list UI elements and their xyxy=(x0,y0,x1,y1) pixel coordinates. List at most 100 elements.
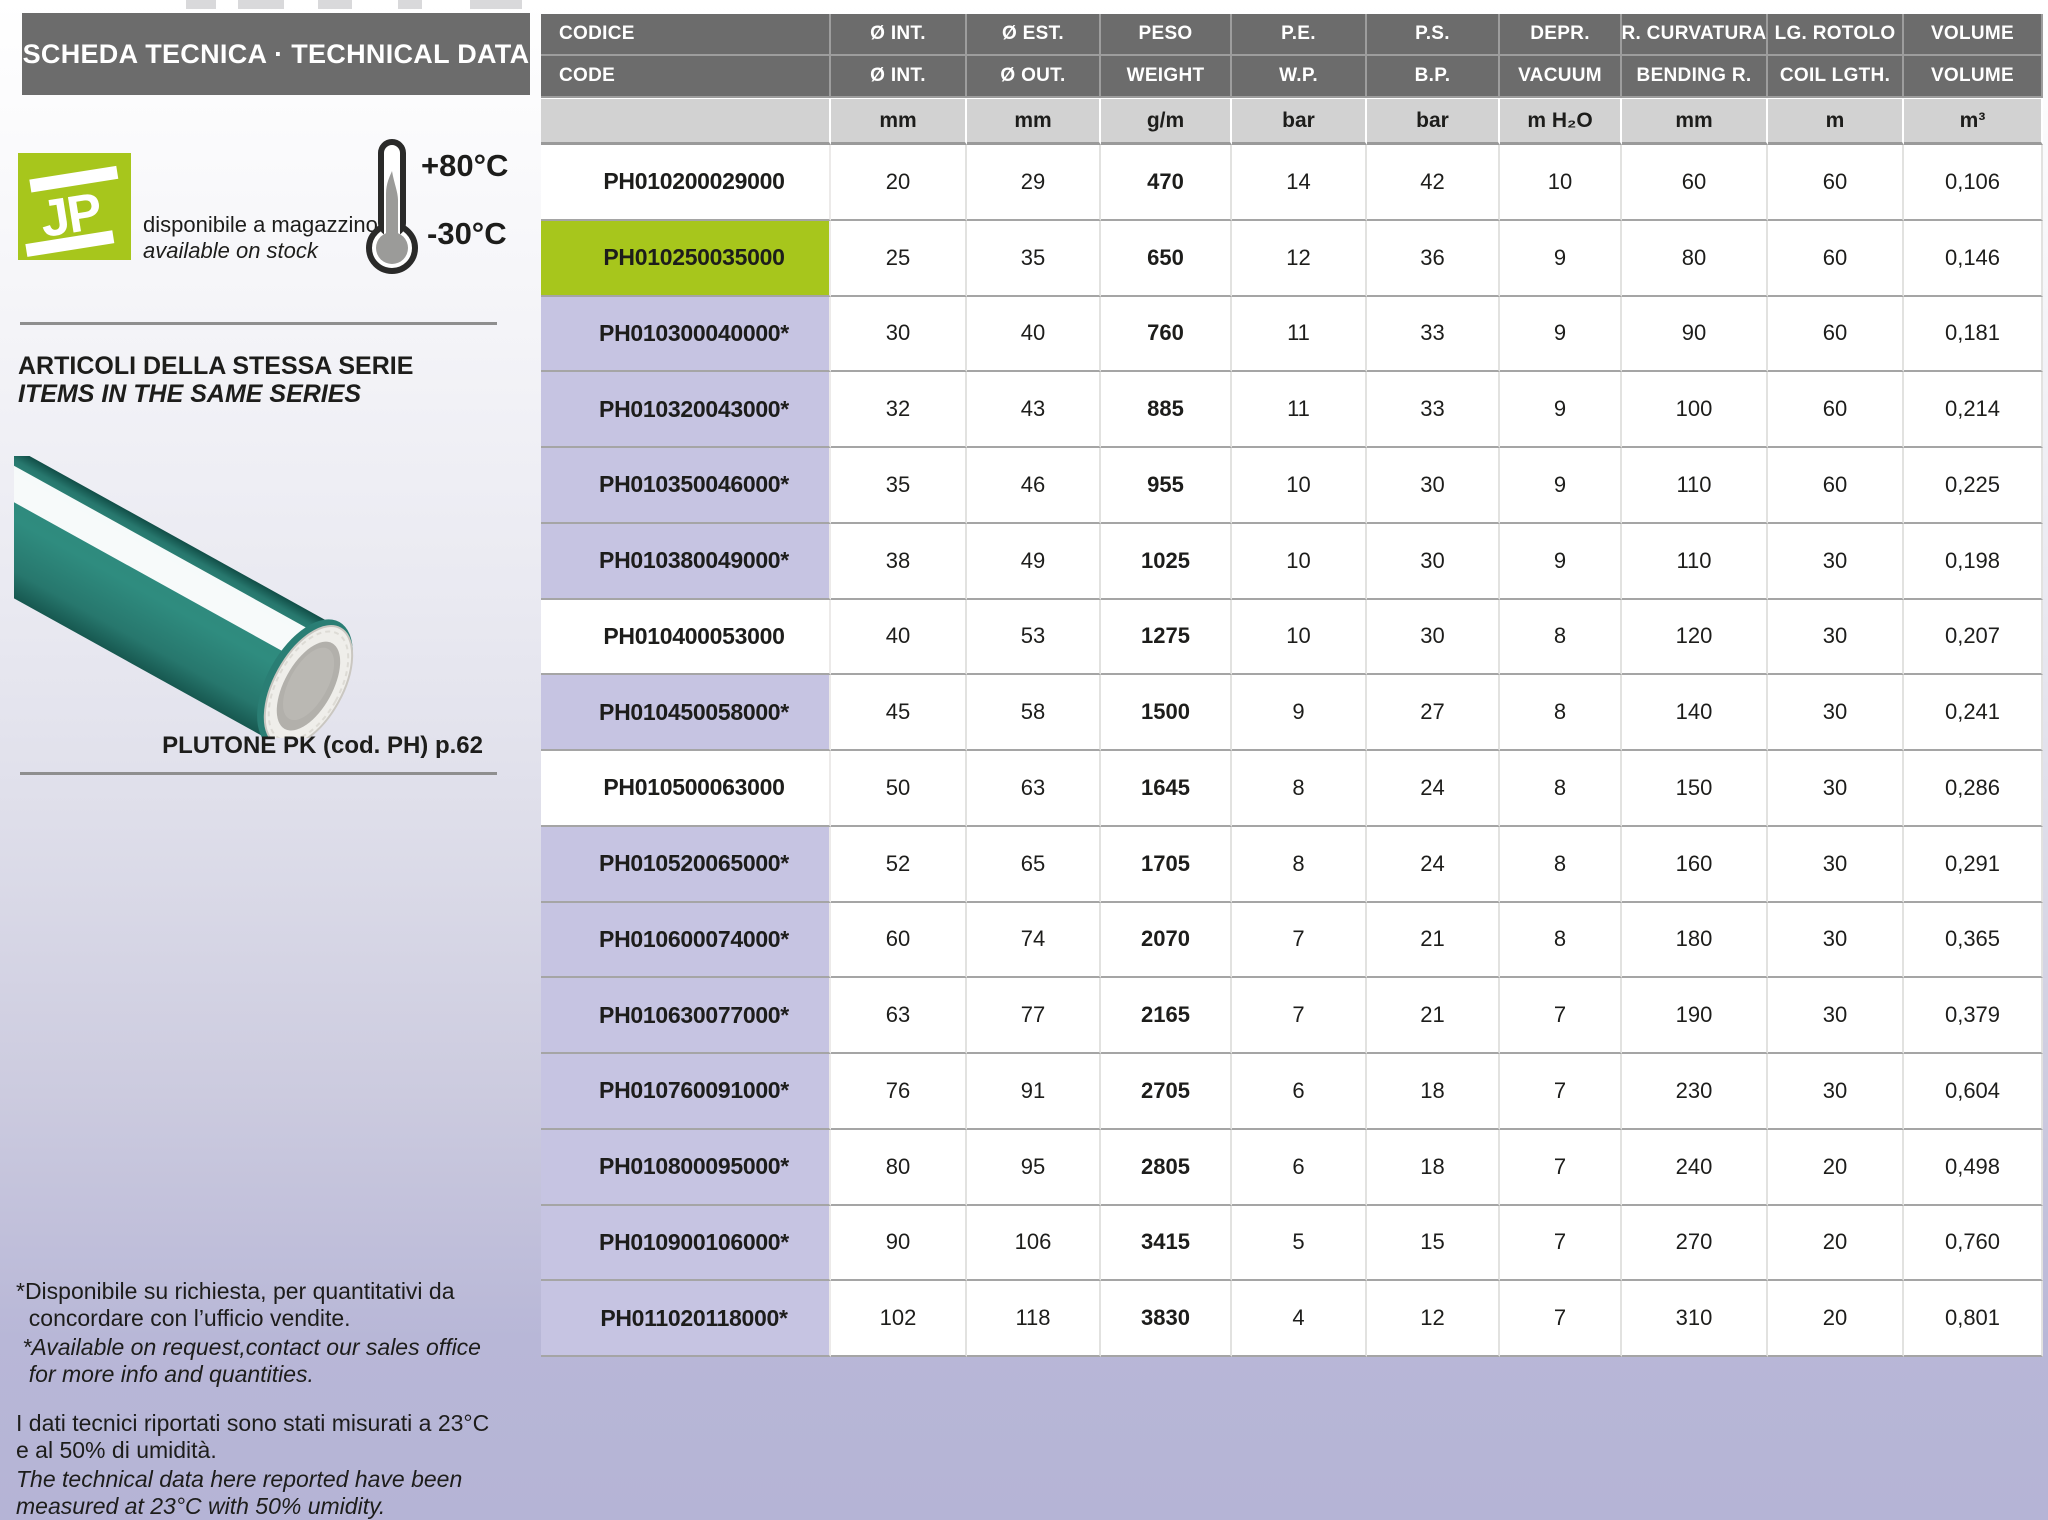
table-code-cell: PH010760091000* xyxy=(541,1054,831,1130)
hose-product-image xyxy=(14,456,500,738)
table-code-cell: PH010350046000* xyxy=(541,448,831,524)
table-value-cell: 33 xyxy=(1367,372,1500,448)
table-header-cell: VOLUME xyxy=(1904,56,2043,98)
table-value-cell: 30 xyxy=(831,297,967,373)
table-value-cell: 106 xyxy=(967,1206,1101,1282)
table-value-cell: 120 xyxy=(1622,600,1768,676)
table-value-cell: 76 xyxy=(831,1054,967,1130)
table-value-cell: 10 xyxy=(1232,524,1367,600)
table-value-cell: 7 xyxy=(1232,978,1367,1054)
table-code-cell: PH010250035000 xyxy=(541,221,831,297)
table-value-cell: 0,198 xyxy=(1904,524,2043,600)
table-value-cell: 29 xyxy=(967,145,1101,221)
footnote-request-it: *Disponibile su richiesta, per quantitat… xyxy=(16,1278,506,1332)
table-value-cell: 10 xyxy=(1232,448,1367,524)
table-value-cell: 470 xyxy=(1101,145,1232,221)
table-value-cell: 4 xyxy=(1232,1281,1367,1357)
table-header-cell: VOLUME xyxy=(1904,14,2043,56)
table-units-cell: mm xyxy=(1622,98,1768,145)
table-value-cell: 8 xyxy=(1232,751,1367,827)
table-value-cell: 65 xyxy=(967,827,1101,903)
table-value-cell: 60 xyxy=(1622,145,1768,221)
table-value-cell: 885 xyxy=(1101,372,1232,448)
table-units-cell: g/m xyxy=(1101,98,1232,145)
table-value-cell: 310 xyxy=(1622,1281,1768,1357)
table-header-cell: Ø INT. xyxy=(831,14,967,56)
table-code-cell: PH010320043000* xyxy=(541,372,831,448)
table-value-cell: 10 xyxy=(1500,145,1622,221)
table-value-cell: 33 xyxy=(1367,297,1500,373)
table-code-cell: PH010450058000* xyxy=(541,675,831,751)
table-units-cell: bar xyxy=(1367,98,1500,145)
table-value-cell: 30 xyxy=(1768,600,1904,676)
catalog-page: SCHEDA TECNICA · TECHNICAL DATA JP dispo… xyxy=(0,0,2048,1520)
table-value-cell: 40 xyxy=(831,600,967,676)
temperature-max: +80°C xyxy=(421,148,508,184)
table-code-cell: PH010520065000* xyxy=(541,827,831,903)
table-value-cell: 7 xyxy=(1500,978,1622,1054)
table-value-cell: 7 xyxy=(1500,1281,1622,1357)
table-value-cell: 7 xyxy=(1232,903,1367,979)
table-value-cell: 0,365 xyxy=(1904,903,2043,979)
technical-data-table: CODICEØ INT.Ø EST.PESOP.E.P.S.DEPR.R. CU… xyxy=(541,14,2043,1357)
table-value-cell: 0,498 xyxy=(1904,1130,2043,1206)
table-value-cell: 0,214 xyxy=(1904,372,2043,448)
table-value-cell: 760 xyxy=(1101,297,1232,373)
hose-caption: PLUTONE PK (cod. PH) p.62 xyxy=(20,732,483,760)
table-value-cell: 32 xyxy=(831,372,967,448)
table-header-cell: Ø OUT. xyxy=(967,56,1101,98)
table-value-cell: 45 xyxy=(831,675,967,751)
table-header-cell: PESO xyxy=(1101,14,1232,56)
table-value-cell: 90 xyxy=(831,1206,967,1282)
table-value-cell: 2705 xyxy=(1101,1054,1232,1130)
table-value-cell: 5 xyxy=(1232,1206,1367,1282)
table-value-cell: 7 xyxy=(1500,1130,1622,1206)
table-header-cell: Ø EST. xyxy=(967,14,1101,56)
jp-logo-graphic: JP xyxy=(18,153,131,260)
table-units-cell: m³ xyxy=(1904,98,2043,145)
table-value-cell: 0,379 xyxy=(1904,978,2043,1054)
series-heading-it: ARTICOLI DELLA STESSA SERIE xyxy=(18,352,413,380)
table-value-cell: 18 xyxy=(1367,1054,1500,1130)
table-value-cell: 2165 xyxy=(1101,978,1232,1054)
table-value-cell: 9 xyxy=(1500,372,1622,448)
table-value-cell: 63 xyxy=(967,751,1101,827)
footnote-request-en: *Available on request,contact our sales … xyxy=(16,1334,506,1388)
series-heading-en: ITEMS IN THE SAME SERIES xyxy=(18,380,413,408)
table-value-cell: 8 xyxy=(1500,600,1622,676)
table-value-cell: 240 xyxy=(1622,1130,1768,1206)
table-header-cell: LG. ROTOLO xyxy=(1768,14,1904,56)
table-value-cell: 14 xyxy=(1232,145,1367,221)
table-value-cell: 20 xyxy=(1768,1206,1904,1282)
table-value-cell: 77 xyxy=(967,978,1101,1054)
table-value-cell: 1275 xyxy=(1101,600,1232,676)
table-value-cell: 30 xyxy=(1367,448,1500,524)
cropped-title-fragment xyxy=(398,0,422,9)
table-value-cell: 50 xyxy=(831,751,967,827)
table-value-cell: 46 xyxy=(967,448,1101,524)
table-value-cell: 0,106 xyxy=(1904,145,2043,221)
stock-note-it: disponibile a magazzino xyxy=(143,212,378,238)
table-value-cell: 52 xyxy=(831,827,967,903)
table-value-cell: 12 xyxy=(1232,221,1367,297)
table-value-cell: 150 xyxy=(1622,751,1768,827)
table-header-cell: VACUUM xyxy=(1500,56,1622,98)
table-value-cell: 3415 xyxy=(1101,1206,1232,1282)
table-value-cell: 0,181 xyxy=(1904,297,2043,373)
table-value-cell: 8 xyxy=(1232,827,1367,903)
table-code-cell: PH011020118000* xyxy=(541,1281,831,1357)
table-value-cell: 60 xyxy=(831,903,967,979)
footnote-measured-en: The technical data here reported have be… xyxy=(16,1466,506,1520)
cropped-title-fragment xyxy=(238,0,284,9)
table-value-cell: 118 xyxy=(967,1281,1101,1357)
table-value-cell: 36 xyxy=(1367,221,1500,297)
cropped-title-fragment xyxy=(186,0,216,9)
table-value-cell: 0,760 xyxy=(1904,1206,2043,1282)
table-value-cell: 0,291 xyxy=(1904,827,2043,903)
table-units-cell xyxy=(541,98,831,145)
section-divider-bottom xyxy=(20,772,497,775)
table-value-cell: 20 xyxy=(1768,1281,1904,1357)
table-value-cell: 1705 xyxy=(1101,827,1232,903)
table-value-cell: 74 xyxy=(967,903,1101,979)
table-header-cell: P.S. xyxy=(1367,14,1500,56)
